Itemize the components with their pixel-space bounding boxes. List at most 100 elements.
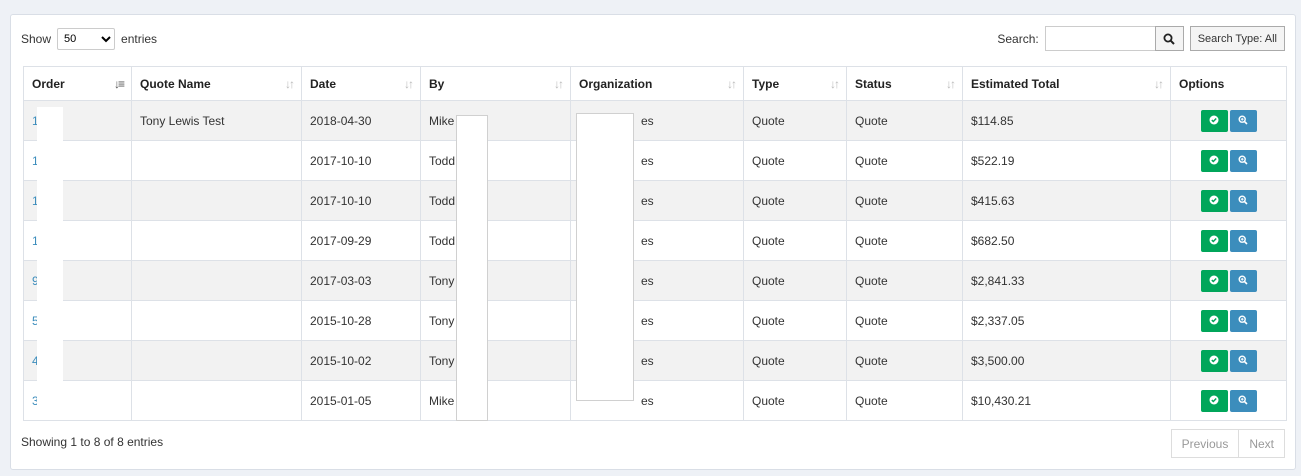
estimated-total-cell: $2,337.05 <box>962 300 1171 341</box>
column-header-estimated-total[interactable]: Estimated Total ↓↑ <box>962 66 1171 101</box>
type-cell: Quote <box>743 380 847 421</box>
status-cell: Quote <box>846 300 963 341</box>
sort-icon: ↓↑ <box>830 77 840 91</box>
status-cell: Quote <box>846 380 963 421</box>
quote-name-cell <box>131 140 302 181</box>
next-page-button[interactable]: Next <box>1239 429 1285 458</box>
view-button[interactable] <box>1229 149 1257 172</box>
column-header-quote-name[interactable]: Quote Name ↓↑ <box>131 66 302 101</box>
view-button[interactable] <box>1229 229 1257 252</box>
previous-page-button[interactable]: Previous <box>1170 429 1240 458</box>
show-label: Show <box>21 32 52 46</box>
date-cell: 2017-10-10 <box>301 140 421 181</box>
by-cell: Tony <box>420 300 571 341</box>
approve-button[interactable] <box>1200 229 1228 252</box>
column-header-options: Options <box>1170 66 1287 101</box>
table-info: Showing 1 to 8 of 8 entries <box>21 435 164 449</box>
estimated-total-cell: $114.85 <box>962 100 1171 141</box>
sort-icon: ↓↑ <box>1154 77 1164 91</box>
estimated-total-cell: $682.50 <box>962 220 1171 261</box>
search-icon <box>1163 33 1175 45</box>
search-input[interactable] <box>1044 26 1155 51</box>
view-button[interactable] <box>1229 269 1257 292</box>
estimated-total-cell: $2,841.33 <box>962 260 1171 301</box>
estimated-total-cell: $3,500.00 <box>962 340 1171 381</box>
redaction-box <box>456 115 488 421</box>
approve-button[interactable] <box>1200 189 1228 212</box>
estimated-total-cell: $415.63 <box>962 180 1171 221</box>
table-row: 10 12017-10-10Todd ndesQuoteQuote$415.63 <box>23 180 1287 221</box>
column-header-type[interactable]: Type ↓↑ <box>743 66 847 101</box>
quote-name-cell <box>131 340 302 381</box>
sort-icon: ↓↑ <box>404 77 414 91</box>
status-cell: Quote <box>846 260 963 301</box>
date-cell: 2015-01-05 <box>301 380 421 421</box>
quote-name-cell <box>131 260 302 301</box>
date-cell: 2015-10-02 <box>301 340 421 381</box>
approve-button[interactable] <box>1200 269 1228 292</box>
approve-button[interactable] <box>1200 109 1228 132</box>
quote-name-cell <box>131 300 302 341</box>
view-button[interactable] <box>1229 349 1257 372</box>
quotes-panel: Show 50 entries Search: Search Type: All… <box>10 14 1296 470</box>
column-header-organization[interactable]: Organization ↓↑ <box>570 66 744 101</box>
estimated-total-cell: $522.19 <box>962 140 1171 181</box>
view-button[interactable] <box>1229 309 1257 332</box>
by-cell: Todd nd <box>420 140 571 181</box>
status-cell: Quote <box>846 140 963 181</box>
sort-icon: ↓↑ <box>285 77 295 91</box>
table-row: 4 2015-10-02 Tony es Quote Quote $3,500.00 <box>23 340 1287 381</box>
page-length-select[interactable]: 50 <box>57 28 116 50</box>
table-row: 10 32017-10-10Todd ndesQuoteQuote$522.19 <box>23 140 1287 181</box>
date-cell: 2015-10-28 <box>301 300 421 341</box>
pagination: Previous Next <box>1170 429 1285 458</box>
date-cell: 2018-04-30 <box>301 100 421 141</box>
by-cell: Tony <box>420 340 571 381</box>
status-cell: Quote <box>846 340 963 381</box>
status-cell: Quote <box>846 180 963 221</box>
table-row: 10 42017-09-29Todd ndesQuoteQuote$682.50 <box>23 220 1287 261</box>
type-cell: Quote <box>743 220 847 261</box>
by-cell: Mike V <box>420 380 571 421</box>
redaction-box <box>576 113 634 401</box>
approve-button[interactable] <box>1200 309 1228 332</box>
column-header-status[interactable]: Status ↓↑ <box>846 66 963 101</box>
date-cell: 2017-09-29 <box>301 220 421 261</box>
options-cell <box>1170 260 1287 301</box>
type-cell: Quote <box>743 180 847 221</box>
date-cell: 2017-10-10 <box>301 180 421 221</box>
approve-button[interactable] <box>1200 389 1228 412</box>
search-button[interactable] <box>1154 26 1184 51</box>
type-cell: Quote <box>743 300 847 341</box>
column-header-by[interactable]: By ↓↑ <box>420 66 571 101</box>
estimated-total-cell: $10,430.21 <box>962 380 1171 421</box>
view-button[interactable] <box>1229 109 1257 132</box>
page-length-control: Show 50 entries <box>21 27 157 51</box>
type-cell: Quote <box>743 140 847 181</box>
search-type-button[interactable]: Search Type: All <box>1189 26 1285 51</box>
sort-icon: ↓↑ <box>727 77 737 91</box>
table-row: 3 2015-01-05 Mike Ves Quote Quote $10,430.21 <box>23 380 1287 421</box>
options-cell <box>1170 180 1287 221</box>
search-label: Search: <box>997 31 1039 46</box>
approve-button[interactable] <box>1200 149 1228 172</box>
sort-icon: ↓↑ <box>946 77 956 91</box>
options-cell <box>1170 220 1287 261</box>
type-cell: Quote <box>743 260 847 301</box>
options-cell <box>1170 380 1287 421</box>
view-button[interactable] <box>1229 189 1257 212</box>
by-cell: Todd nd <box>420 220 571 261</box>
by-cell: Tony <box>420 260 571 301</box>
options-cell <box>1170 100 1287 141</box>
quote-name-cell <box>131 380 302 421</box>
quote-name-cell <box>131 220 302 261</box>
type-cell: Quote <box>743 340 847 381</box>
options-cell <box>1170 300 1287 341</box>
view-button[interactable] <box>1229 389 1257 412</box>
table-row: 11 0Tony Lewis Test2018-04-30Mike VesQuo… <box>23 100 1287 141</box>
approve-button[interactable] <box>1200 349 1228 372</box>
column-header-order[interactable]: Order ↓≡ <box>23 66 132 101</box>
table-header-row: Order ↓≡ Quote Name ↓↑ Date ↓↑ By ↓↑ Organiz… <box>23 66 1287 101</box>
column-header-date[interactable]: Date ↓↑ <box>301 66 421 101</box>
table-row: 9 2017-03-03 Tony es Quote Quote $2,841.33 <box>23 260 1287 301</box>
